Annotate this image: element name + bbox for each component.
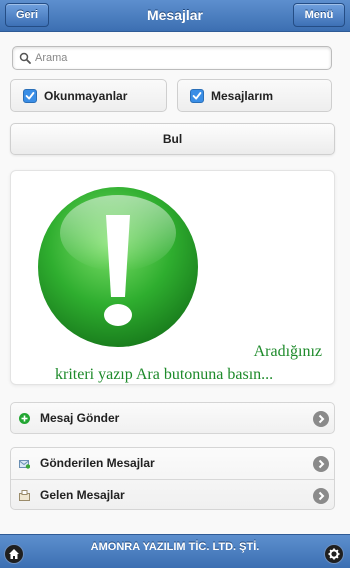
menu-button[interactable]: Menü xyxy=(293,3,345,27)
checkbox-checked-icon[interactable] xyxy=(190,89,204,103)
mailbox-list: Gönderilen Mesajlar Gelen Mesajlar xyxy=(10,447,335,510)
inbox-messages-label: Gelen Mesajlar xyxy=(40,488,125,502)
exclamation-icon xyxy=(38,187,198,347)
send-message-list: Mesaj Gönder xyxy=(10,402,335,434)
chevron-right-icon xyxy=(313,488,329,504)
plus-circle-icon xyxy=(19,413,30,424)
gear-icon xyxy=(328,548,340,560)
sent-messages-item[interactable]: Gönderilen Mesajlar xyxy=(11,448,334,479)
settings-button[interactable] xyxy=(324,544,344,564)
unread-label: Okunmayanlar xyxy=(44,89,128,103)
info-panel: Aradığınız kriteri yazıp Ara butonuna ba… xyxy=(10,170,335,385)
inbox-icon xyxy=(19,490,30,501)
checkbox-checked-icon[interactable] xyxy=(23,89,37,103)
my-messages-label: Mesajlarım xyxy=(211,89,274,103)
header-bar: Geri Mesajlar Menü xyxy=(0,0,350,32)
unread-checkbox[interactable]: Okunmayanlar xyxy=(10,79,167,112)
info-text-line1: Aradığınız xyxy=(253,343,322,360)
outbox-icon xyxy=(19,460,30,469)
sent-messages-label: Gönderilen Mesajlar xyxy=(40,456,155,470)
chevron-right-icon xyxy=(313,456,329,472)
inbox-messages-item[interactable]: Gelen Mesajlar xyxy=(11,479,334,509)
search-box[interactable] xyxy=(12,46,332,70)
chevron-right-icon xyxy=(313,411,329,427)
send-message-label: Mesaj Gönder xyxy=(40,411,120,425)
search-icon xyxy=(19,52,31,64)
footer-bar: AMONRA YAZILIM TİC. LTD. ŞTİ. xyxy=(0,534,350,568)
my-messages-checkbox[interactable]: Mesajlarım xyxy=(177,79,332,112)
company-name: AMONRA YAZILIM TİC. LTD. ŞTİ. xyxy=(90,541,260,553)
find-button[interactable]: Bul xyxy=(10,123,335,155)
search-input[interactable] xyxy=(35,49,325,67)
info-text-line2: kriteri yazıp Ara butonuna basın... xyxy=(55,366,274,383)
send-message-item[interactable]: Mesaj Gönder xyxy=(11,403,334,433)
